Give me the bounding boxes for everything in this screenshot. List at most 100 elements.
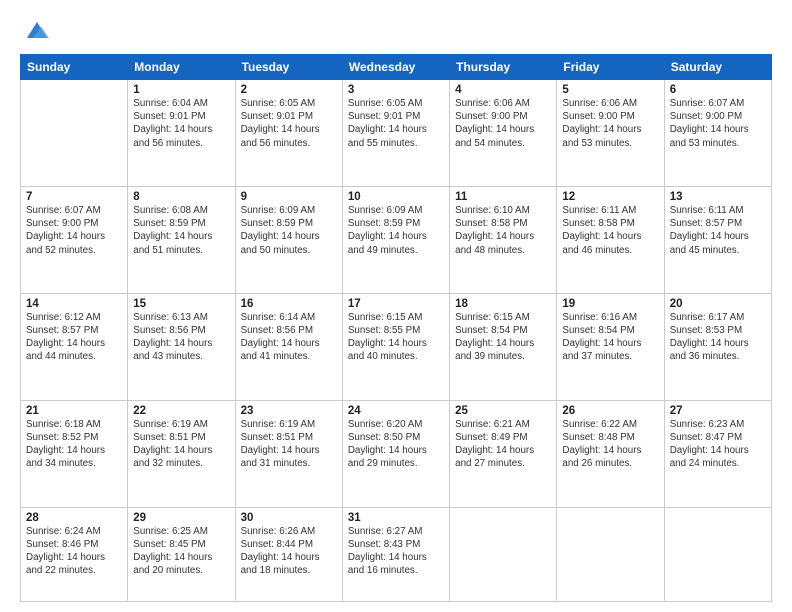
calendar-cell	[664, 507, 771, 601]
day-number: 4	[455, 84, 551, 96]
day-number: 17	[348, 298, 444, 310]
calendar-cell: 22Sunrise: 6:19 AM Sunset: 8:51 PM Dayli…	[128, 400, 235, 507]
calendar-cell: 23Sunrise: 6:19 AM Sunset: 8:51 PM Dayli…	[235, 400, 342, 507]
day-info: Sunrise: 6:08 AM Sunset: 8:59 PM Dayligh…	[133, 204, 229, 257]
day-info: Sunrise: 6:04 AM Sunset: 9:01 PM Dayligh…	[133, 97, 229, 150]
calendar-cell: 25Sunrise: 6:21 AM Sunset: 8:49 PM Dayli…	[450, 400, 557, 507]
day-number: 29	[133, 512, 229, 524]
day-info: Sunrise: 6:06 AM Sunset: 9:00 PM Dayligh…	[455, 97, 551, 150]
day-number: 1	[133, 84, 229, 96]
day-info: Sunrise: 6:24 AM Sunset: 8:46 PM Dayligh…	[26, 525, 122, 578]
calendar-table: SundayMondayTuesdayWednesdayThursdayFrid…	[20, 54, 772, 602]
calendar-cell: 8Sunrise: 6:08 AM Sunset: 8:59 PM Daylig…	[128, 186, 235, 293]
calendar-cell: 17Sunrise: 6:15 AM Sunset: 8:55 PM Dayli…	[342, 293, 449, 400]
calendar-cell: 31Sunrise: 6:27 AM Sunset: 8:43 PM Dayli…	[342, 507, 449, 601]
calendar-cell: 6Sunrise: 6:07 AM Sunset: 9:00 PM Daylig…	[664, 80, 771, 187]
day-number: 26	[562, 405, 658, 417]
calendar-cell: 27Sunrise: 6:23 AM Sunset: 8:47 PM Dayli…	[664, 400, 771, 507]
calendar-cell	[557, 507, 664, 601]
calendar-cell: 2Sunrise: 6:05 AM Sunset: 9:01 PM Daylig…	[235, 80, 342, 187]
calendar-cell: 4Sunrise: 6:06 AM Sunset: 9:00 PM Daylig…	[450, 80, 557, 187]
day-info: Sunrise: 6:07 AM Sunset: 9:00 PM Dayligh…	[670, 97, 766, 150]
logo-icon	[23, 16, 51, 44]
day-number: 24	[348, 405, 444, 417]
calendar-cell	[21, 80, 128, 187]
calendar-cell: 15Sunrise: 6:13 AM Sunset: 8:56 PM Dayli…	[128, 293, 235, 400]
day-number: 3	[348, 84, 444, 96]
calendar-week-1: 1Sunrise: 6:04 AM Sunset: 9:01 PM Daylig…	[21, 80, 772, 187]
day-info: Sunrise: 6:14 AM Sunset: 8:56 PM Dayligh…	[241, 311, 337, 364]
day-number: 13	[670, 191, 766, 203]
day-number: 10	[348, 191, 444, 203]
day-number: 7	[26, 191, 122, 203]
calendar-cell: 5Sunrise: 6:06 AM Sunset: 9:00 PM Daylig…	[557, 80, 664, 187]
day-info: Sunrise: 6:16 AM Sunset: 8:54 PM Dayligh…	[562, 311, 658, 364]
day-info: Sunrise: 6:09 AM Sunset: 8:59 PM Dayligh…	[241, 204, 337, 257]
day-number: 11	[455, 191, 551, 203]
day-number: 5	[562, 84, 658, 96]
day-info: Sunrise: 6:05 AM Sunset: 9:01 PM Dayligh…	[348, 97, 444, 150]
calendar-cell: 26Sunrise: 6:22 AM Sunset: 8:48 PM Dayli…	[557, 400, 664, 507]
day-number: 28	[26, 512, 122, 524]
weekday-header-tuesday: Tuesday	[235, 55, 342, 80]
calendar-cell: 1Sunrise: 6:04 AM Sunset: 9:01 PM Daylig…	[128, 80, 235, 187]
day-info: Sunrise: 6:18 AM Sunset: 8:52 PM Dayligh…	[26, 418, 122, 471]
day-info: Sunrise: 6:17 AM Sunset: 8:53 PM Dayligh…	[670, 311, 766, 364]
calendar-cell: 20Sunrise: 6:17 AM Sunset: 8:53 PM Dayli…	[664, 293, 771, 400]
calendar-cell	[450, 507, 557, 601]
day-number: 22	[133, 405, 229, 417]
calendar-week-4: 21Sunrise: 6:18 AM Sunset: 8:52 PM Dayli…	[21, 400, 772, 507]
calendar-week-3: 14Sunrise: 6:12 AM Sunset: 8:57 PM Dayli…	[21, 293, 772, 400]
day-info: Sunrise: 6:13 AM Sunset: 8:56 PM Dayligh…	[133, 311, 229, 364]
calendar-cell: 16Sunrise: 6:14 AM Sunset: 8:56 PM Dayli…	[235, 293, 342, 400]
calendar-cell: 9Sunrise: 6:09 AM Sunset: 8:59 PM Daylig…	[235, 186, 342, 293]
calendar-week-5: 28Sunrise: 6:24 AM Sunset: 8:46 PM Dayli…	[21, 507, 772, 601]
day-number: 23	[241, 405, 337, 417]
calendar-cell: 14Sunrise: 6:12 AM Sunset: 8:57 PM Dayli…	[21, 293, 128, 400]
day-info: Sunrise: 6:12 AM Sunset: 8:57 PM Dayligh…	[26, 311, 122, 364]
day-info: Sunrise: 6:10 AM Sunset: 8:58 PM Dayligh…	[455, 204, 551, 257]
day-number: 27	[670, 405, 766, 417]
day-number: 16	[241, 298, 337, 310]
weekday-header-thursday: Thursday	[450, 55, 557, 80]
day-info: Sunrise: 6:09 AM Sunset: 8:59 PM Dayligh…	[348, 204, 444, 257]
day-info: Sunrise: 6:20 AM Sunset: 8:50 PM Dayligh…	[348, 418, 444, 471]
calendar-cell: 28Sunrise: 6:24 AM Sunset: 8:46 PM Dayli…	[21, 507, 128, 601]
calendar-cell: 24Sunrise: 6:20 AM Sunset: 8:50 PM Dayli…	[342, 400, 449, 507]
calendar-cell: 18Sunrise: 6:15 AM Sunset: 8:54 PM Dayli…	[450, 293, 557, 400]
day-info: Sunrise: 6:19 AM Sunset: 8:51 PM Dayligh…	[133, 418, 229, 471]
calendar-cell: 3Sunrise: 6:05 AM Sunset: 9:01 PM Daylig…	[342, 80, 449, 187]
logo	[20, 16, 51, 44]
weekday-header-wednesday: Wednesday	[342, 55, 449, 80]
day-info: Sunrise: 6:11 AM Sunset: 8:57 PM Dayligh…	[670, 204, 766, 257]
calendar-cell: 13Sunrise: 6:11 AM Sunset: 8:57 PM Dayli…	[664, 186, 771, 293]
day-info: Sunrise: 6:27 AM Sunset: 8:43 PM Dayligh…	[348, 525, 444, 578]
calendar-cell: 10Sunrise: 6:09 AM Sunset: 8:59 PM Dayli…	[342, 186, 449, 293]
day-number: 19	[562, 298, 658, 310]
day-info: Sunrise: 6:05 AM Sunset: 9:01 PM Dayligh…	[241, 97, 337, 150]
weekday-header-friday: Friday	[557, 55, 664, 80]
calendar-cell: 29Sunrise: 6:25 AM Sunset: 8:45 PM Dayli…	[128, 507, 235, 601]
day-number: 12	[562, 191, 658, 203]
day-info: Sunrise: 6:19 AM Sunset: 8:51 PM Dayligh…	[241, 418, 337, 471]
day-info: Sunrise: 6:21 AM Sunset: 8:49 PM Dayligh…	[455, 418, 551, 471]
day-info: Sunrise: 6:26 AM Sunset: 8:44 PM Dayligh…	[241, 525, 337, 578]
day-info: Sunrise: 6:07 AM Sunset: 9:00 PM Dayligh…	[26, 204, 122, 257]
calendar-cell: 11Sunrise: 6:10 AM Sunset: 8:58 PM Dayli…	[450, 186, 557, 293]
day-info: Sunrise: 6:22 AM Sunset: 8:48 PM Dayligh…	[562, 418, 658, 471]
day-number: 21	[26, 405, 122, 417]
page: SundayMondayTuesdayWednesdayThursdayFrid…	[0, 0, 792, 612]
calendar-cell: 12Sunrise: 6:11 AM Sunset: 8:58 PM Dayli…	[557, 186, 664, 293]
day-number: 15	[133, 298, 229, 310]
weekday-header-sunday: Sunday	[21, 55, 128, 80]
weekday-header-row: SundayMondayTuesdayWednesdayThursdayFrid…	[21, 55, 772, 80]
day-info: Sunrise: 6:15 AM Sunset: 8:54 PM Dayligh…	[455, 311, 551, 364]
day-number: 30	[241, 512, 337, 524]
calendar-week-2: 7Sunrise: 6:07 AM Sunset: 9:00 PM Daylig…	[21, 186, 772, 293]
weekday-header-monday: Monday	[128, 55, 235, 80]
day-info: Sunrise: 6:06 AM Sunset: 9:00 PM Dayligh…	[562, 97, 658, 150]
day-info: Sunrise: 6:23 AM Sunset: 8:47 PM Dayligh…	[670, 418, 766, 471]
day-info: Sunrise: 6:25 AM Sunset: 8:45 PM Dayligh…	[133, 525, 229, 578]
day-number: 8	[133, 191, 229, 203]
day-info: Sunrise: 6:11 AM Sunset: 8:58 PM Dayligh…	[562, 204, 658, 257]
